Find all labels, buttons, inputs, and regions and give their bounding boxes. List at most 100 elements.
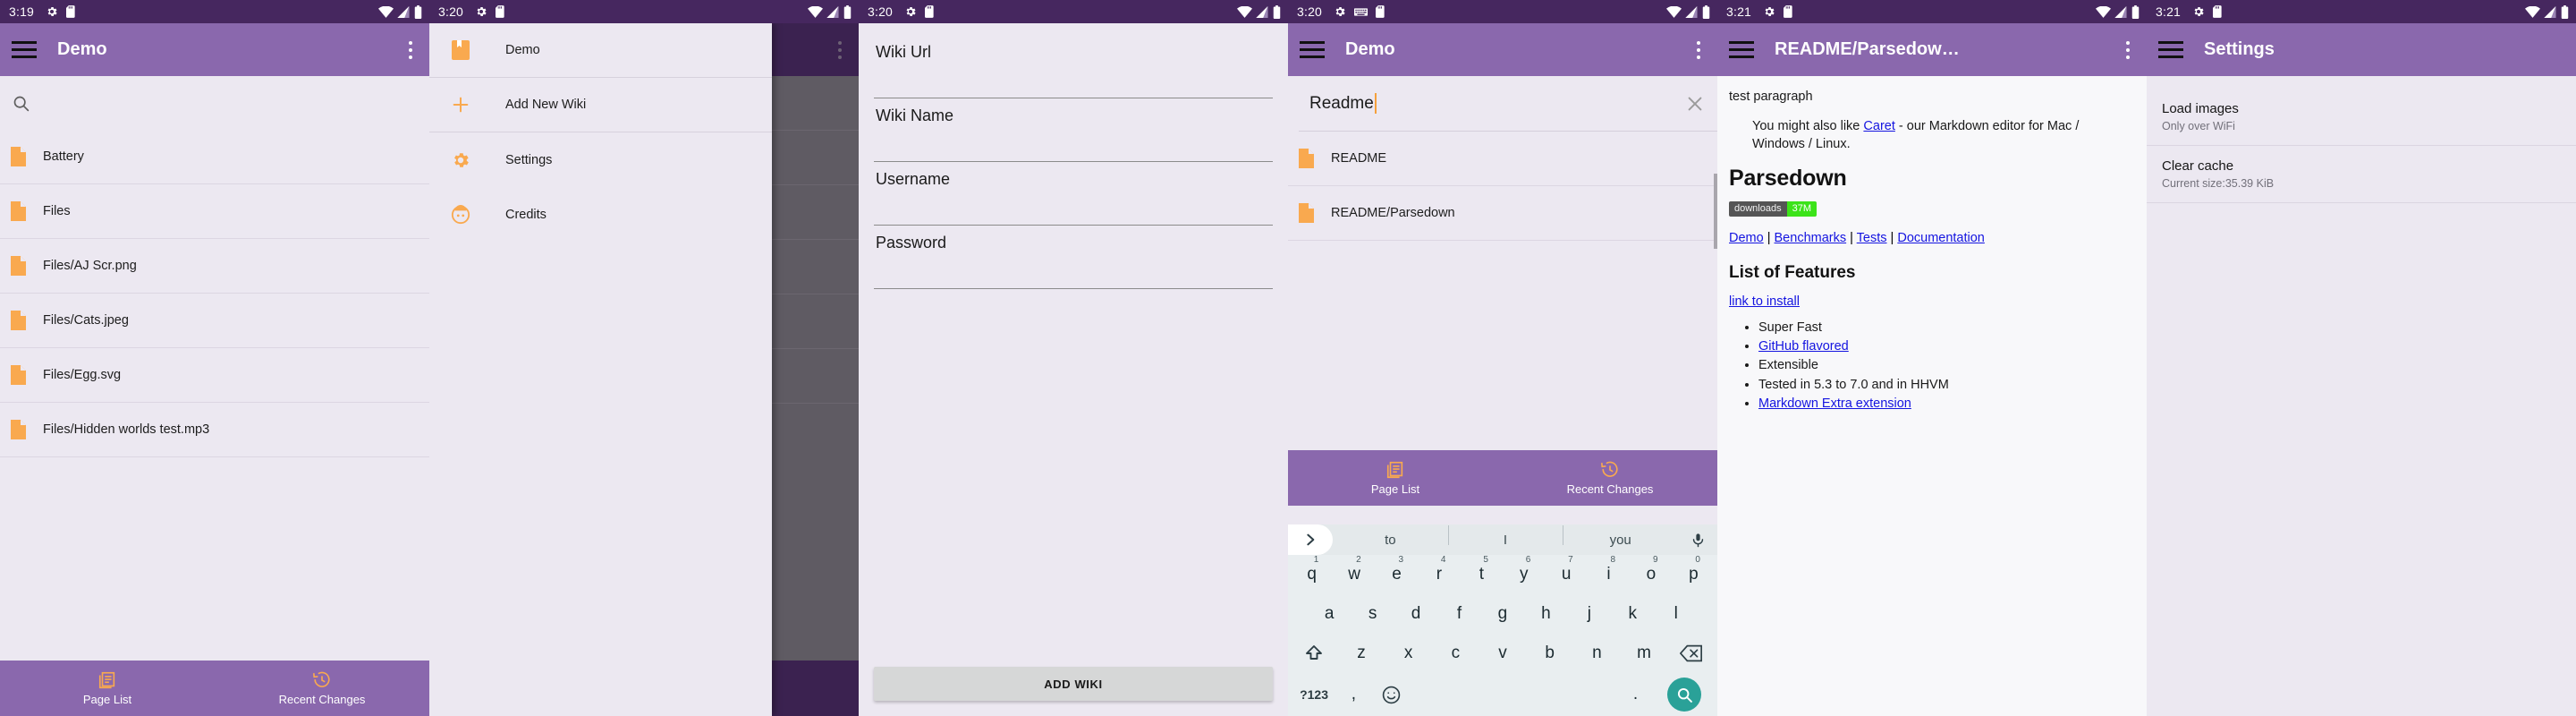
key-e[interactable]: 3e bbox=[1376, 555, 1418, 584]
hamburger-menu-icon[interactable] bbox=[2158, 40, 2185, 60]
status-bar: 3:20 bbox=[859, 0, 1288, 23]
field-username[interactable]: Username bbox=[874, 166, 1273, 226]
add-wiki-button[interactable]: ADD WIKI bbox=[874, 667, 1273, 701]
key-space[interactable] bbox=[1411, 685, 1616, 704]
key-l[interactable]: l bbox=[1655, 604, 1698, 624]
key-r[interactable]: 4r bbox=[1418, 555, 1460, 584]
status-left-icons bbox=[1334, 5, 1385, 18]
close-icon[interactable] bbox=[1685, 94, 1705, 114]
key-k[interactable]: k bbox=[1611, 604, 1654, 624]
suggestion-item[interactable]: I bbox=[1447, 524, 1563, 548]
key-i[interactable]: 8i bbox=[1588, 555, 1630, 584]
tab-page-list[interactable]: Page List bbox=[0, 661, 215, 716]
link-documentation[interactable]: Documentation bbox=[1897, 231, 1985, 245]
key-symbols[interactable]: ?123 bbox=[1291, 687, 1337, 702]
suggestion-item[interactable]: you bbox=[1563, 524, 1678, 548]
backspace-icon[interactable] bbox=[1667, 644, 1715, 663]
overflow-menu-icon[interactable] bbox=[1689, 38, 1708, 62]
battery-icon bbox=[414, 4, 422, 19]
feature-text: Tested in 5.3 to 7.0 and in HHVM bbox=[1758, 377, 1949, 392]
key-comma[interactable]: , bbox=[1337, 685, 1369, 704]
search-input[interactable]: Readme bbox=[1288, 76, 1717, 131]
install-link-wrap: link to install bbox=[1729, 294, 2135, 309]
hamburger-menu-icon[interactable] bbox=[12, 40, 38, 60]
link-github-flavored[interactable]: GitHub flavored bbox=[1758, 339, 1849, 354]
drawer-item-settings[interactable]: Settings bbox=[429, 132, 772, 187]
suggestion-item[interactable]: to bbox=[1333, 533, 1448, 548]
drawer-item-add-new-wiki[interactable]: Add New Wiki bbox=[429, 78, 772, 132]
link-tests[interactable]: Tests bbox=[1857, 231, 1887, 245]
tab-recent-changes[interactable]: Recent Changes bbox=[215, 661, 429, 716]
setting-load-images[interactable]: Load images Only over WiFi bbox=[2147, 89, 2576, 146]
list-item[interactable]: README/Parsedown bbox=[1288, 186, 1717, 241]
key-w[interactable]: 2w bbox=[1333, 555, 1375, 584]
shift-icon[interactable] bbox=[1291, 643, 1338, 664]
field-label: Wiki Name bbox=[876, 107, 954, 124]
status-bar: 3:21 bbox=[1717, 0, 2147, 23]
key-m[interactable]: m bbox=[1621, 644, 1668, 663]
link-markdown-extra[interactable]: Markdown Extra extension bbox=[1758, 396, 1911, 411]
list-item[interactable]: Files/Cats.jpeg bbox=[0, 294, 429, 348]
emoji-icon[interactable] bbox=[1370, 685, 1412, 705]
search-icon[interactable] bbox=[12, 94, 30, 113]
setting-clear-cache[interactable]: Clear cache Current size:35.39 KiB bbox=[2147, 146, 2576, 203]
add-wiki-form: Wiki Url Wiki Name Username Password bbox=[859, 23, 1288, 289]
key-period[interactable]: . bbox=[1617, 685, 1655, 704]
list-item[interactable]: Files/Egg.svg bbox=[0, 348, 429, 403]
key-number: 0 bbox=[1695, 555, 1700, 565]
key-y[interactable]: 6y bbox=[1503, 555, 1545, 584]
key-x[interactable]: x bbox=[1385, 644, 1432, 663]
hamburger-menu-icon[interactable] bbox=[1300, 40, 1326, 60]
search-bar[interactable] bbox=[0, 76, 429, 130]
status-right-icons bbox=[808, 4, 852, 19]
key-t[interactable]: 5t bbox=[1461, 555, 1503, 584]
page-list: Battery Files Files/AJ Scr.png Files/Cat… bbox=[0, 130, 429, 457]
key-z[interactable]: z bbox=[1338, 644, 1385, 663]
field-password[interactable]: Password bbox=[874, 229, 1273, 289]
list-item[interactable]: Files/AJ Scr.png bbox=[0, 239, 429, 294]
tab-recent-changes[interactable]: Recent Changes bbox=[1503, 450, 1717, 506]
key-f[interactable]: f bbox=[1437, 604, 1480, 624]
status-left-icons bbox=[1763, 5, 1793, 18]
key-search-enter[interactable] bbox=[1654, 678, 1715, 712]
list-item[interactable]: Files bbox=[0, 184, 429, 239]
list-item-label: Files/Egg.svg bbox=[43, 368, 122, 382]
key-h[interactable]: h bbox=[1524, 604, 1567, 624]
key-q[interactable]: 1q bbox=[1291, 555, 1333, 584]
key-b[interactable]: b bbox=[1526, 644, 1573, 663]
link-demo[interactable]: Demo bbox=[1729, 231, 1764, 245]
key-c[interactable]: c bbox=[1432, 644, 1479, 663]
field-wiki-name[interactable]: Wiki Name bbox=[874, 102, 1273, 162]
link-to-install[interactable]: link to install bbox=[1729, 294, 1800, 309]
link-caret[interactable]: Caret bbox=[1863, 119, 1894, 133]
scrollbar-thumb[interactable] bbox=[1714, 174, 1717, 249]
hamburger-menu-icon[interactable] bbox=[1729, 40, 1756, 60]
key-g[interactable]: g bbox=[1481, 604, 1524, 624]
page-title: README/Parsedow… bbox=[1775, 39, 1960, 59]
list-item[interactable]: Battery bbox=[0, 130, 429, 184]
drawer-item-demo[interactable]: Demo bbox=[429, 23, 772, 78]
microphone-icon[interactable] bbox=[1678, 532, 1717, 549]
key-j[interactable]: j bbox=[1568, 604, 1611, 624]
key-n[interactable]: n bbox=[1573, 644, 1621, 663]
key-s[interactable]: s bbox=[1351, 604, 1394, 624]
field-wiki-url[interactable]: Wiki Url bbox=[874, 38, 1273, 98]
status-left-icons bbox=[2192, 5, 2223, 18]
key-o[interactable]: 9o bbox=[1630, 555, 1672, 584]
drawer-item-credits[interactable]: Credits bbox=[429, 187, 772, 242]
file-icon bbox=[11, 311, 26, 330]
key-p[interactable]: 0p bbox=[1673, 555, 1715, 584]
overflow-menu-icon[interactable] bbox=[2118, 38, 2138, 62]
key-d[interactable]: d bbox=[1394, 604, 1437, 624]
tab-page-list[interactable]: Page List bbox=[1288, 450, 1503, 506]
key-a[interactable]: a bbox=[1308, 604, 1351, 624]
list-item[interactable]: Files/Hidden worlds test.mp3 bbox=[0, 403, 429, 457]
key-v[interactable]: v bbox=[1479, 644, 1527, 663]
chevron-right-icon[interactable] bbox=[1288, 524, 1333, 555]
list-item[interactable]: README bbox=[1288, 132, 1717, 186]
gear-icon bbox=[2194, 7, 2204, 16]
overflow-menu-icon[interactable] bbox=[401, 38, 420, 62]
link-benchmarks[interactable]: Benchmarks bbox=[1775, 231, 1847, 245]
key-u[interactable]: 7u bbox=[1545, 555, 1587, 584]
app-toolbar: Demo bbox=[0, 23, 429, 76]
